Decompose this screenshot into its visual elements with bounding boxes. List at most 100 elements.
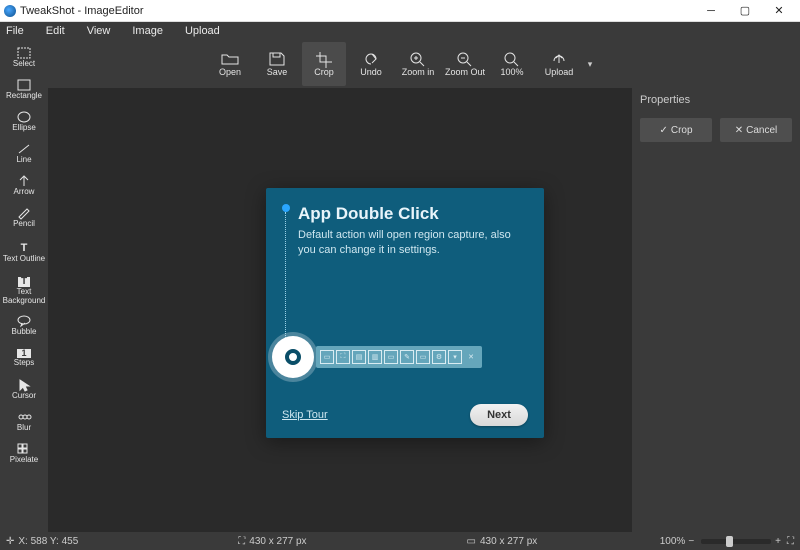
toolbar-label: Zoom in (402, 67, 435, 77)
tool-label: Pixelate (10, 456, 38, 464)
menu-image[interactable]: Image (132, 25, 163, 37)
menu-upload[interactable]: Upload (185, 25, 220, 37)
status-zoom-label: 100% (660, 536, 686, 547)
folder-open-icon (221, 52, 239, 66)
window-maximize-button[interactable]: ▢ (728, 0, 762, 22)
tool-label: Ellipse (12, 124, 36, 132)
toolbar-upload[interactable]: Upload (537, 42, 581, 86)
tool-cursor[interactable]: Cursor (2, 374, 46, 406)
tool-label: Line (16, 156, 31, 164)
status-coords: X: 588 Y: 455 (18, 536, 78, 547)
app-logo-icon (4, 5, 16, 17)
mini-icon: ▤ (352, 350, 366, 364)
tool-line[interactable]: Line (2, 138, 46, 170)
status-selection-size: 430 x 277 px (249, 536, 306, 547)
skip-tour-link[interactable]: Skip Tour (282, 409, 328, 421)
tool-bubble[interactable]: Bubble (2, 310, 46, 342)
toolbar-crop[interactable]: Crop (302, 42, 346, 86)
window-close-button[interactable]: ✕ (762, 0, 796, 22)
pencil-icon (17, 207, 31, 219)
menu-edit[interactable]: Edit (46, 25, 65, 37)
fit-screen-button[interactable]: ⛶ (787, 536, 794, 547)
menu-file[interactable]: File (6, 25, 24, 37)
capture-toolbar-preview: ▭ ⛶ ▤ ▥ ▭ ✎ ▭ ⚙ ▾ ✕ (316, 346, 482, 368)
tool-text-background[interactable]: T Text Background (2, 272, 46, 310)
mini-icon: ▭ (416, 350, 430, 364)
zoom-plus-button[interactable]: + (775, 536, 781, 547)
mini-icon: ▭ (320, 350, 334, 364)
arrow-icon (17, 175, 31, 187)
next-button[interactable]: Next (470, 404, 528, 426)
crop-icon (316, 52, 332, 66)
mini-icon: ⚙ (432, 350, 446, 364)
zoom-slider-thumb[interactable] (726, 536, 733, 547)
toolbar-label: Undo (360, 67, 382, 77)
tool-arrow[interactable]: Arrow (2, 170, 46, 202)
tool-label: Steps (14, 359, 34, 367)
canvas-size-icon: ▭ (467, 536, 476, 547)
toolbar-label: Zoom Out (445, 67, 485, 77)
window-title: TweakShot - ImageEditor (20, 5, 144, 17)
toolbar-undo[interactable]: Undo (349, 42, 393, 86)
tool-label: Pencil (13, 220, 35, 228)
tools-sidebar: Select Rectangle Ellipse Line Arrow Penc… (0, 40, 48, 532)
zoom-slider[interactable] (701, 539, 771, 544)
tool-label: Cursor (12, 392, 36, 400)
check-icon: ✓ (659, 125, 667, 136)
tool-pixelate[interactable]: Pixelate (2, 438, 46, 470)
save-icon (269, 52, 285, 66)
tool-text-outline[interactable]: T Text Outline (2, 234, 46, 272)
window-titlebar: TweakShot - ImageEditor ─ ▢ ✕ (0, 0, 800, 22)
tool-label: Arrow (14, 188, 35, 196)
tool-label: Text Background (2, 288, 46, 305)
toolbar-zoom-in[interactable]: Zoom in (396, 42, 440, 86)
tool-steps[interactable]: 1 Steps (2, 342, 46, 374)
tool-rectangle[interactable]: Rectangle (2, 74, 46, 106)
zoom-in-icon (410, 52, 426, 66)
properties-crop-button[interactable]: ✓ Crop (640, 118, 712, 142)
menu-view[interactable]: View (87, 25, 111, 37)
upload-icon (550, 52, 568, 66)
ellipse-icon (17, 111, 31, 123)
pixelate-icon (17, 443, 31, 455)
select-icon (17, 47, 31, 59)
toolbar-label: Upload (545, 67, 574, 77)
mini-icon: ✎ (400, 350, 414, 364)
properties-panel: Properties ✓ Crop ✕ Cancel (632, 88, 800, 532)
tray-app-circle (272, 336, 314, 378)
tool-label: Bubble (12, 328, 37, 336)
text-bg-icon: T (18, 277, 30, 288)
cursor-icon (17, 379, 31, 391)
mini-close-icon: ✕ (464, 350, 478, 364)
mini-icon: ▾ (448, 350, 462, 364)
zoom-minus-button[interactable]: − (688, 536, 694, 547)
main-toolbar: Open Save Crop Undo Zoom in Zoom Out (48, 40, 800, 88)
selection-size-icon: ⛶ (238, 536, 245, 547)
toolbar-label: Open (219, 67, 241, 77)
toolbar-save[interactable]: Save (255, 42, 299, 86)
step-dot-icon (282, 204, 290, 212)
tool-select[interactable]: Select (2, 42, 46, 74)
button-label: Crop (671, 125, 693, 136)
text-outline-icon: T (21, 243, 28, 255)
properties-cancel-button[interactable]: ✕ Cancel (720, 118, 792, 142)
mini-icon: ▭ (384, 350, 398, 364)
tool-label: Select (13, 60, 35, 68)
steps-icon: 1 (17, 349, 30, 358)
blur-icon (17, 411, 31, 423)
toolbar-upload-dropdown[interactable]: ▾ (584, 59, 596, 70)
toolbar-zoom-out[interactable]: Zoom Out (443, 42, 487, 86)
tool-blur[interactable]: Blur (2, 406, 46, 438)
dialog-title: App Double Click (298, 204, 528, 224)
toolbar-zoom-100[interactable]: 100% (490, 42, 534, 86)
zoom-out-icon (457, 52, 473, 66)
tool-ellipse[interactable]: Ellipse (2, 106, 46, 138)
window-minimize-button[interactable]: ─ (694, 0, 728, 22)
status-bar: ✛ X: 588 Y: 455 ⛶ 430 x 277 px ▭ 430 x 2… (0, 532, 800, 550)
tool-pencil[interactable]: Pencil (2, 202, 46, 234)
bubble-icon (17, 315, 31, 327)
tool-label: Rectangle (6, 92, 42, 100)
toolbar-open[interactable]: Open (208, 42, 252, 86)
properties-title: Properties (632, 88, 800, 112)
undo-icon (363, 52, 379, 66)
